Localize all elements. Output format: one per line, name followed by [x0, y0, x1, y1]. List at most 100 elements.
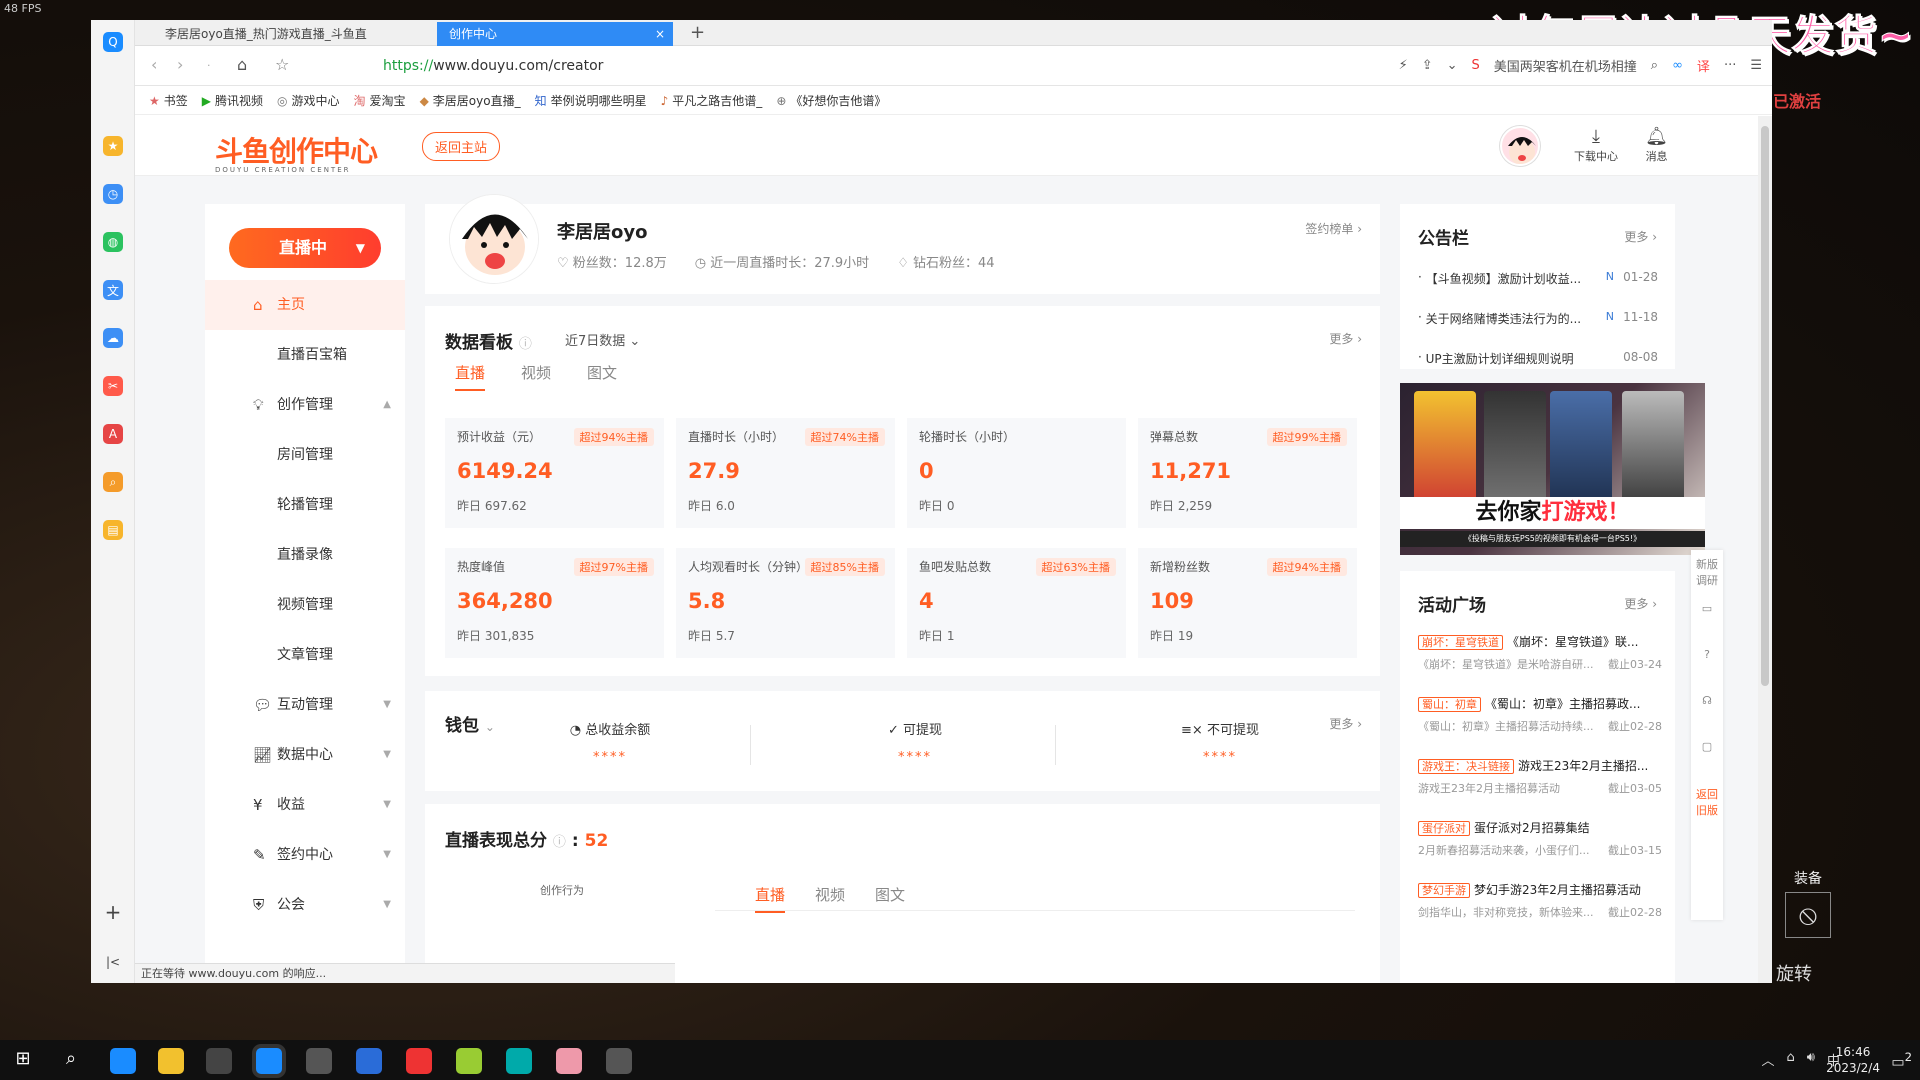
- headset-icon[interactable]: ☊: [1691, 688, 1723, 734]
- windows-start-icon[interactable]: ⊞: [10, 1048, 36, 1074]
- back-home-button[interactable]: 返回主站: [422, 132, 501, 161]
- search-tool-icon[interactable]: ⌕: [103, 472, 123, 492]
- pdf-icon[interactable]: A: [103, 424, 123, 444]
- browser-active-icon[interactable]: [256, 1048, 282, 1074]
- network-icon[interactable]: ⌂: [1787, 1050, 1795, 1069]
- obs-icon[interactable]: [306, 1048, 332, 1074]
- cloud-icon[interactable]: ☁: [103, 328, 123, 348]
- stat-tile-watch-time[interactable]: 人均观看时长（分钟） 超过85%主播 5.8 昨日 5.7: [676, 548, 895, 658]
- url-field[interactable]: https://www.douyu.com/creator: [383, 58, 603, 74]
- monitor-icon[interactable]: ▢: [1691, 734, 1723, 780]
- user-avatar[interactable]: [1500, 126, 1540, 166]
- history-icon[interactable]: ◷: [103, 184, 123, 204]
- extension-icon[interactable]: ∞: [1672, 58, 1683, 73]
- stat-tile-income[interactable]: 预计收益（元） 超过94%主播 6149.24 昨日 697.62: [445, 418, 664, 528]
- more-menu-icon[interactable]: ···: [1724, 58, 1736, 73]
- menu-item-articles[interactable]: 文章管理: [205, 630, 405, 680]
- stat-tile-live-hours[interactable]: 直播时长（小时） 超过74%主播 27.9 昨日 6.0: [676, 418, 895, 528]
- kugou-icon[interactable]: [356, 1048, 382, 1074]
- bookmark-item[interactable]: 知举例说明哪些明星: [535, 92, 647, 109]
- search-icon[interactable]: ⌕: [58, 1048, 84, 1074]
- range-select[interactable]: 近7日数据 ⌄: [565, 330, 640, 349]
- scroll-thumb[interactable]: [1761, 126, 1769, 686]
- collapse-icon[interactable]: |<: [103, 952, 123, 972]
- activity-item[interactable]: 游戏王：决斗链接 游戏王23年2月主播招... 游戏王23年2月主播招募活动 截止03…: [1418, 757, 1668, 796]
- menu-item-home[interactable]: ⌂ 主页: [205, 280, 405, 330]
- add-icon[interactable]: +: [103, 900, 123, 924]
- video-icon[interactable]: ▭: [1691, 596, 1723, 642]
- tab-live[interactable]: 直播: [455, 362, 486, 391]
- bookmark-item[interactable]: ▶ 腾讯视频: [202, 92, 263, 109]
- messages[interactable]: 🔔︎ 消息: [1645, 126, 1668, 164]
- translate-icon[interactable]: 文: [103, 280, 123, 300]
- back-icon[interactable]: ‹: [151, 55, 157, 74]
- douyu-logo[interactable]: 斗鱼创作中心 DOUYU CREATION CENTER: [215, 130, 378, 174]
- notice-item[interactable]: · 关于网络赌博类违法行为的... N 11-18: [1418, 310, 1658, 327]
- tab-video[interactable]: 视频: [521, 362, 551, 391]
- old-version-button[interactable]: 返回旧版: [1691, 780, 1723, 826]
- menu-item-toolbox[interactable]: 直播百宝箱: [205, 330, 405, 380]
- bookmark-star-icon[interactable]: ☆: [275, 55, 289, 74]
- menu-item-guild[interactable]: ⛨ 公会 ▼: [205, 880, 405, 930]
- stat-tile-posts[interactable]: 鱼吧发贴总数 超过63%主播 4 昨日 1: [907, 548, 1126, 658]
- netease-music-icon[interactable]: [406, 1048, 432, 1074]
- bookmark-item[interactable]: ★ 书签: [149, 92, 188, 109]
- survey-button[interactable]: 新版调研: [1691, 550, 1723, 596]
- volume-icon[interactable]: 🔊︎: [1807, 1050, 1815, 1069]
- notes-icon[interactable]: ▤: [103, 520, 123, 540]
- activity-item[interactable]: 蛋仔派对 蛋仔派对2月招募集结 2月新春招募活动来袭，小蛋仔们... 截止03-15: [1418, 819, 1668, 858]
- browser-app-icon[interactable]: [110, 1048, 136, 1074]
- lightning-icon[interactable]: ⚡: [1399, 58, 1408, 73]
- notice-item[interactable]: · UP主激励计划详细规则说明 08-08: [1418, 350, 1658, 367]
- menu-item-recordings[interactable]: 直播录像: [205, 530, 405, 580]
- stat-tile-heat-peak[interactable]: 热度峰值 超过97%主播 364,280 昨日 301,835: [445, 548, 664, 658]
- notice-more-link[interactable]: 更多 ›: [1624, 228, 1657, 245]
- steam-icon[interactable]: [506, 1048, 532, 1074]
- page-scrollbar[interactable]: [1758, 116, 1772, 983]
- help-icon[interactable]: ⓘ: [519, 337, 532, 352]
- new-tab-button[interactable]: +: [690, 22, 705, 43]
- live-status-button[interactable]: 直播中 ▼: [229, 228, 381, 268]
- forward-icon[interactable]: ›: [177, 55, 183, 74]
- question-icon[interactable]: ?: [1691, 642, 1723, 688]
- tab-creator[interactable]: 创作中心 ×: [437, 22, 673, 46]
- screenshot-icon[interactable]: ✂: [103, 376, 123, 396]
- menu-item-videos[interactable]: 视频管理: [205, 580, 405, 630]
- stat-tile-new-fans[interactable]: 新增粉丝数 超过94%主播 109 昨日 19: [1138, 548, 1357, 658]
- tab-article[interactable]: 图文: [875, 884, 905, 913]
- browser-logo-icon[interactable]: Q: [103, 32, 123, 52]
- menu-item-carousel[interactable]: 轮播管理: [205, 480, 405, 530]
- game-icon[interactable]: [606, 1048, 632, 1074]
- download-center[interactable]: ⤓ 下载中心: [1574, 126, 1618, 164]
- search-icon[interactable]: ⌕: [1651, 58, 1658, 73]
- menu-item-data[interactable]: 📈︎ 数据中心 ▼: [205, 730, 405, 780]
- bookmark-item[interactable]: ◆ 李居居oyo直播_: [420, 92, 521, 109]
- promo-banner[interactable]: 去你家打游戏！ 《投稿与朋友玩PS5的视频即有机会得一台PS5!》: [1400, 383, 1705, 555]
- notification-icon[interactable]: ▭2: [1891, 1050, 1912, 1071]
- refresh-icon[interactable]: ·: [207, 59, 211, 72]
- clock[interactable]: 16:46 2023/2/4: [1826, 1044, 1880, 1076]
- favorites-icon[interactable]: ★: [103, 136, 123, 156]
- menu-item-interaction[interactable]: 💬︎ 互动管理 ▼: [205, 680, 405, 730]
- app-icon[interactable]: [206, 1048, 232, 1074]
- menu-item-income[interactable]: ¥ 收益 ▼: [205, 780, 405, 830]
- tab-douyu-live[interactable]: 李居居oyo直播_热门游戏直播_斗鱼直: [153, 22, 385, 46]
- notice-item[interactable]: · 【斗鱼视频】激励计划收益... N 01-28: [1418, 270, 1658, 287]
- tab-live[interactable]: 直播: [755, 884, 786, 913]
- activity-item[interactable]: 梦幻手游 梦幻手游23年2月主播招募活动 剑指华山，非对称竞技，新体验来... 截止0…: [1418, 881, 1668, 920]
- menu-item-creation[interactable]: 💡︎ 创作管理 ▲: [205, 380, 405, 430]
- search-engine-icon[interactable]: S: [1472, 58, 1480, 73]
- dropdown-icon[interactable]: ⌄: [1447, 58, 1458, 73]
- home-button-icon[interactable]: ⌂: [237, 55, 247, 74]
- tray-expand-icon[interactable]: ︿: [1762, 1050, 1775, 1069]
- activity-more-link[interactable]: 更多 ›: [1624, 595, 1657, 612]
- activity-item[interactable]: 蜀山：初章 《蜀山：初章》主播招募政... 《蜀山：初章》主播招募活动持续... 截止…: [1418, 695, 1668, 734]
- dashboard-more-link[interactable]: 更多 ›: [1329, 330, 1362, 347]
- share-icon[interactable]: ⇪: [1422, 58, 1433, 73]
- hamburger-icon[interactable]: ☰: [1750, 58, 1762, 73]
- file-explorer-icon[interactable]: [158, 1048, 184, 1074]
- app-icon[interactable]: [456, 1048, 482, 1074]
- menu-item-room[interactable]: 房间管理: [205, 430, 405, 480]
- search-hint[interactable]: 美国两架客机在机场相撞: [1494, 56, 1637, 75]
- bookmark-item[interactable]: ◎ 游戏中心: [277, 92, 340, 109]
